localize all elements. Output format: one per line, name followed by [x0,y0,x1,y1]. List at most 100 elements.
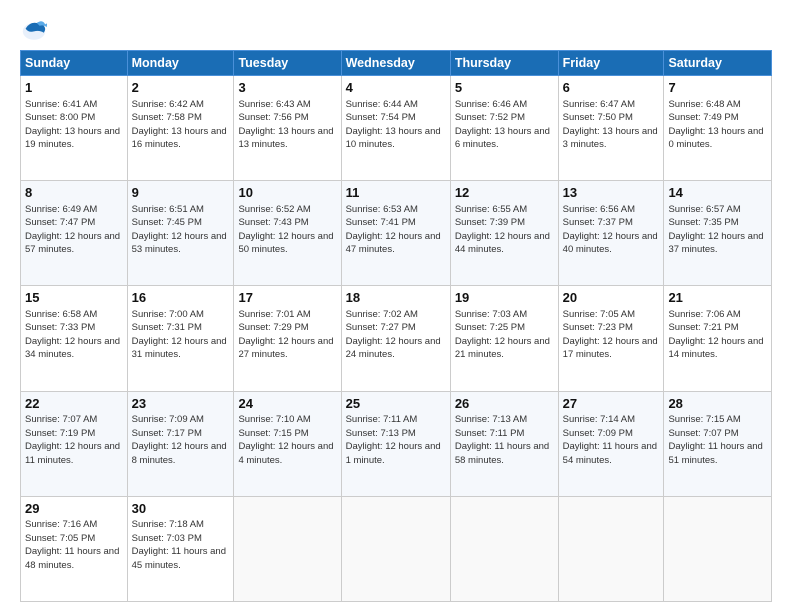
day-info: Sunrise: 6:53 AMSunset: 7:41 PMDaylight:… [346,204,441,256]
day-info: Sunrise: 6:51 AMSunset: 7:45 PMDaylight:… [132,204,227,256]
day-info: Sunrise: 7:06 AMSunset: 7:21 PMDaylight:… [668,309,763,361]
header-monday: Monday [127,51,234,76]
calendar-cell [664,496,772,601]
calendar-table: Sunday Monday Tuesday Wednesday Thursday… [20,50,772,602]
day-info: Sunrise: 7:03 AMSunset: 7:25 PMDaylight:… [455,309,550,361]
day-number: 21 [668,289,767,307]
day-number: 6 [563,79,660,97]
day-info: Sunrise: 6:42 AMSunset: 7:58 PMDaylight:… [132,99,227,151]
day-number: 23 [132,395,230,413]
day-number: 13 [563,184,660,202]
calendar-cell: 8 Sunrise: 6:49 AMSunset: 7:47 PMDayligh… [21,181,128,286]
day-info: Sunrise: 6:41 AMSunset: 8:00 PMDaylight:… [25,99,120,151]
day-number: 14 [668,184,767,202]
calendar-week-row: 8 Sunrise: 6:49 AMSunset: 7:47 PMDayligh… [21,181,772,286]
calendar-week-row: 29 Sunrise: 7:16 AMSunset: 7:05 PMDaylig… [21,496,772,601]
calendar-cell: 21 Sunrise: 7:06 AMSunset: 7:21 PMDaylig… [664,286,772,391]
day-number: 19 [455,289,554,307]
header-thursday: Thursday [450,51,558,76]
calendar-cell [558,496,664,601]
logo-icon [20,16,48,44]
day-number: 22 [25,395,123,413]
calendar-cell [234,496,341,601]
calendar-cell: 7 Sunrise: 6:48 AMSunset: 7:49 PMDayligh… [664,76,772,181]
page: Sunday Monday Tuesday Wednesday Thursday… [0,0,792,612]
day-info: Sunrise: 6:47 AMSunset: 7:50 PMDaylight:… [563,99,658,151]
calendar-week-row: 1 Sunrise: 6:41 AMSunset: 8:00 PMDayligh… [21,76,772,181]
day-info: Sunrise: 6:43 AMSunset: 7:56 PMDaylight:… [238,99,333,151]
calendar-cell: 17 Sunrise: 7:01 AMSunset: 7:29 PMDaylig… [234,286,341,391]
calendar-cell: 19 Sunrise: 7:03 AMSunset: 7:25 PMDaylig… [450,286,558,391]
calendar-cell: 28 Sunrise: 7:15 AMSunset: 7:07 PMDaylig… [664,391,772,496]
day-number: 4 [346,79,446,97]
calendar-cell: 13 Sunrise: 6:56 AMSunset: 7:37 PMDaylig… [558,181,664,286]
day-number: 7 [668,79,767,97]
day-number: 30 [132,500,230,518]
day-info: Sunrise: 6:56 AMSunset: 7:37 PMDaylight:… [563,204,658,256]
day-number: 25 [346,395,446,413]
day-info: Sunrise: 7:16 AMSunset: 7:05 PMDaylight:… [25,519,119,571]
calendar-cell: 26 Sunrise: 7:13 AMSunset: 7:11 PMDaylig… [450,391,558,496]
day-info: Sunrise: 6:52 AMSunset: 7:43 PMDaylight:… [238,204,333,256]
calendar-cell: 16 Sunrise: 7:00 AMSunset: 7:31 PMDaylig… [127,286,234,391]
calendar-cell: 9 Sunrise: 6:51 AMSunset: 7:45 PMDayligh… [127,181,234,286]
day-info: Sunrise: 6:49 AMSunset: 7:47 PMDaylight:… [25,204,120,256]
calendar-cell: 1 Sunrise: 6:41 AMSunset: 8:00 PMDayligh… [21,76,128,181]
calendar-cell: 20 Sunrise: 7:05 AMSunset: 7:23 PMDaylig… [558,286,664,391]
day-info: Sunrise: 6:58 AMSunset: 7:33 PMDaylight:… [25,309,120,361]
logo [20,16,52,44]
calendar-cell [341,496,450,601]
calendar-cell: 30 Sunrise: 7:18 AMSunset: 7:03 PMDaylig… [127,496,234,601]
header-sunday: Sunday [21,51,128,76]
day-info: Sunrise: 7:11 AMSunset: 7:13 PMDaylight:… [346,414,441,466]
calendar-week-row: 22 Sunrise: 7:07 AMSunset: 7:19 PMDaylig… [21,391,772,496]
day-number: 8 [25,184,123,202]
day-number: 3 [238,79,336,97]
header-tuesday: Tuesday [234,51,341,76]
day-number: 15 [25,289,123,307]
day-number: 16 [132,289,230,307]
day-number: 9 [132,184,230,202]
day-number: 27 [563,395,660,413]
day-number: 24 [238,395,336,413]
calendar-cell: 29 Sunrise: 7:16 AMSunset: 7:05 PMDaylig… [21,496,128,601]
header-friday: Friday [558,51,664,76]
calendar-cell: 12 Sunrise: 6:55 AMSunset: 7:39 PMDaylig… [450,181,558,286]
calendar-cell: 18 Sunrise: 7:02 AMSunset: 7:27 PMDaylig… [341,286,450,391]
day-number: 17 [238,289,336,307]
calendar-cell: 6 Sunrise: 6:47 AMSunset: 7:50 PMDayligh… [558,76,664,181]
day-number: 18 [346,289,446,307]
day-number: 5 [455,79,554,97]
day-number: 11 [346,184,446,202]
day-info: Sunrise: 6:46 AMSunset: 7:52 PMDaylight:… [455,99,550,151]
header-saturday: Saturday [664,51,772,76]
day-info: Sunrise: 7:02 AMSunset: 7:27 PMDaylight:… [346,309,441,361]
day-info: Sunrise: 7:07 AMSunset: 7:19 PMDaylight:… [25,414,120,466]
calendar-cell: 2 Sunrise: 6:42 AMSunset: 7:58 PMDayligh… [127,76,234,181]
calendar-cell: 3 Sunrise: 6:43 AMSunset: 7:56 PMDayligh… [234,76,341,181]
day-info: Sunrise: 7:10 AMSunset: 7:15 PMDaylight:… [238,414,333,466]
calendar-week-row: 15 Sunrise: 6:58 AMSunset: 7:33 PMDaylig… [21,286,772,391]
day-info: Sunrise: 6:48 AMSunset: 7:49 PMDaylight:… [668,99,763,151]
day-number: 10 [238,184,336,202]
day-number: 1 [25,79,123,97]
header-wednesday: Wednesday [341,51,450,76]
calendar-cell [450,496,558,601]
calendar-cell: 4 Sunrise: 6:44 AMSunset: 7:54 PMDayligh… [341,76,450,181]
day-info: Sunrise: 7:18 AMSunset: 7:03 PMDaylight:… [132,519,226,571]
day-info: Sunrise: 7:09 AMSunset: 7:17 PMDaylight:… [132,414,227,466]
day-info: Sunrise: 6:44 AMSunset: 7:54 PMDaylight:… [346,99,441,151]
day-number: 26 [455,395,554,413]
calendar-cell: 14 Sunrise: 6:57 AMSunset: 7:35 PMDaylig… [664,181,772,286]
calendar-cell: 27 Sunrise: 7:14 AMSunset: 7:09 PMDaylig… [558,391,664,496]
day-number: 28 [668,395,767,413]
day-info: Sunrise: 6:57 AMSunset: 7:35 PMDaylight:… [668,204,763,256]
day-info: Sunrise: 7:15 AMSunset: 7:07 PMDaylight:… [668,414,762,466]
day-info: Sunrise: 7:00 AMSunset: 7:31 PMDaylight:… [132,309,227,361]
day-number: 2 [132,79,230,97]
calendar-cell: 24 Sunrise: 7:10 AMSunset: 7:15 PMDaylig… [234,391,341,496]
day-number: 20 [563,289,660,307]
day-number: 29 [25,500,123,518]
day-info: Sunrise: 7:05 AMSunset: 7:23 PMDaylight:… [563,309,658,361]
calendar-cell: 22 Sunrise: 7:07 AMSunset: 7:19 PMDaylig… [21,391,128,496]
